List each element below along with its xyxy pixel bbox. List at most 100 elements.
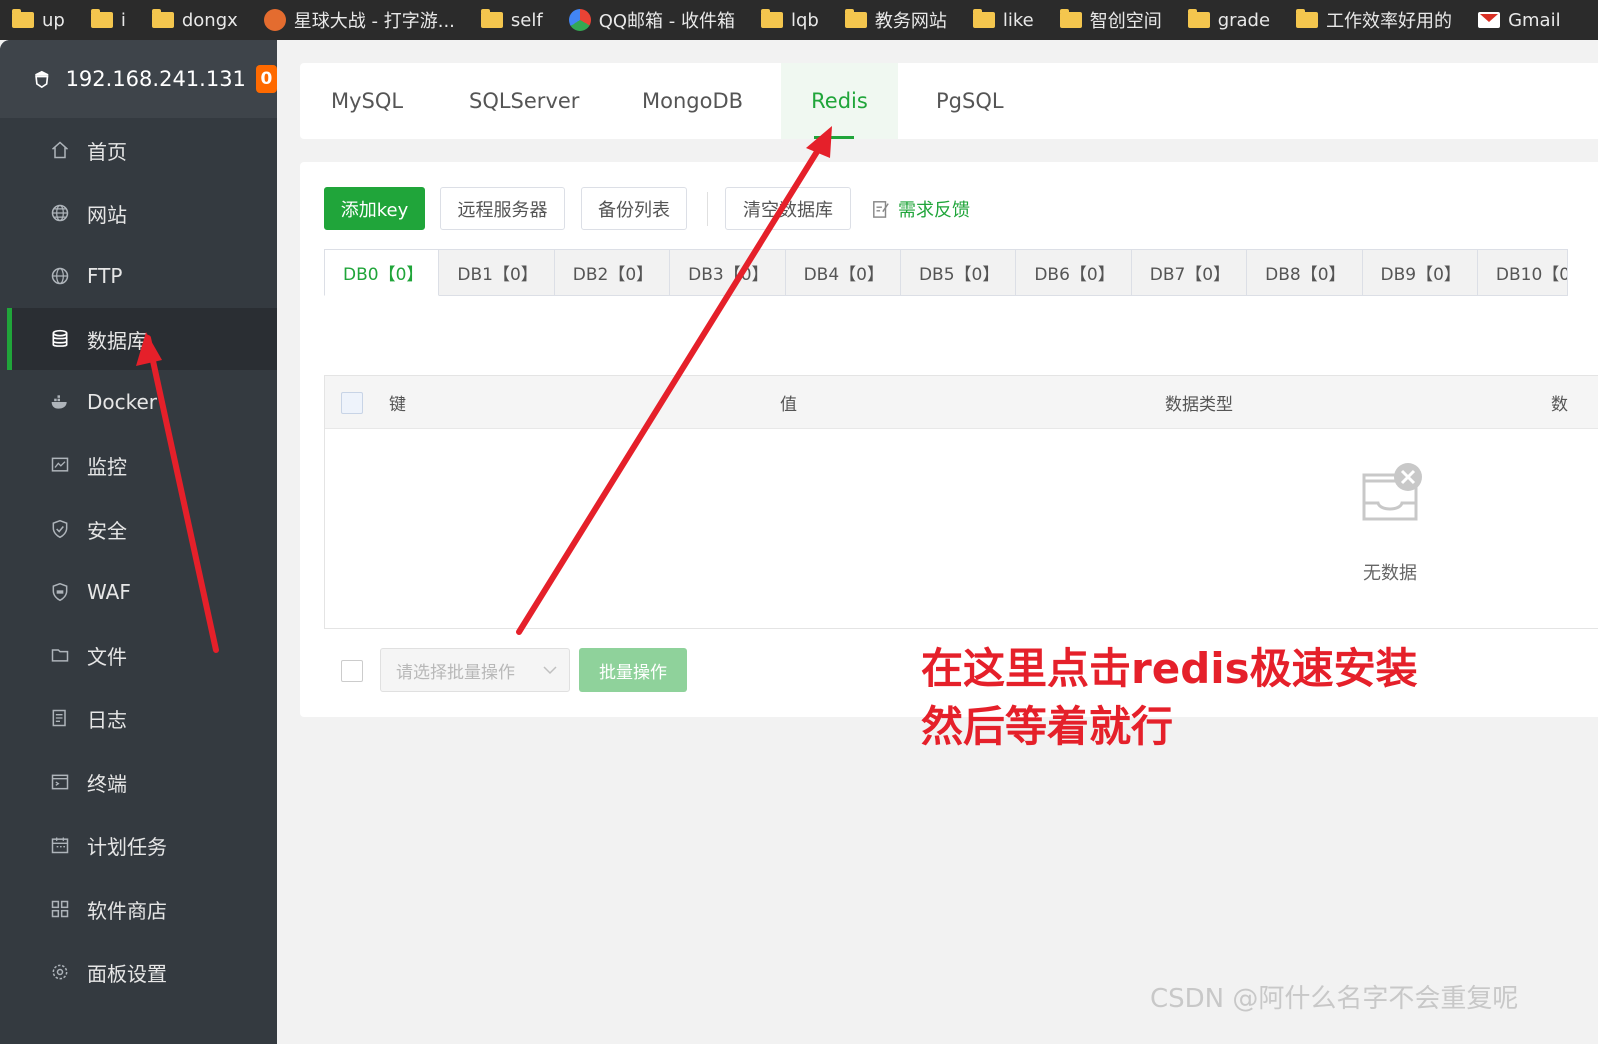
- bookmark-dongx[interactable]: dongx: [151, 0, 238, 40]
- sidebar-item-security[interactable]: 安全: [7, 498, 277, 560]
- db-tab[interactable]: DB9【0】: [1362, 249, 1478, 296]
- column-more[interactable]: 数: [1551, 376, 1568, 429]
- sidebar-item-monitor[interactable]: 监控: [7, 434, 277, 496]
- bookmark-self[interactable]: self: [480, 0, 543, 40]
- db-tab[interactable]: DB6【0】: [1016, 249, 1132, 296]
- sidebar-item-home[interactable]: 首页: [7, 119, 277, 181]
- tab-mongodb[interactable]: MongoDB: [642, 63, 743, 139]
- folder-icon: [844, 9, 867, 28]
- qq-mail-icon: [568, 9, 591, 31]
- edit-note-icon: [873, 200, 889, 218]
- bookmark-jiaowu[interactable]: 教务网站: [844, 0, 947, 40]
- database-icon: [49, 328, 71, 350]
- sidebar-item-database[interactable]: 数据库: [7, 308, 277, 370]
- backup-list-button[interactable]: 备份列表: [581, 187, 687, 230]
- annotation-line-2: 然后等着就行: [921, 702, 1174, 751]
- column-key[interactable]: 键: [389, 376, 406, 429]
- bookmark-grade[interactable]: grade: [1187, 0, 1270, 40]
- server-shield-icon: [35, 70, 49, 89]
- monitor-icon: [49, 454, 71, 476]
- feedback-link[interactable]: 需求反馈: [872, 187, 970, 230]
- empty-state-text: 无数据: [1363, 563, 1417, 584]
- sidebar-item-logs[interactable]: 日志: [7, 687, 277, 749]
- table-header: 键 值 数据类型 数: [325, 376, 1598, 429]
- bookmark-qq-mail[interactable]: QQ邮箱 - 收件箱: [568, 0, 735, 40]
- sidebar-item-store[interactable]: 软件商店: [7, 878, 277, 940]
- sidebar: 192.168.241.131 0 首页 网站 FTP 数据库 Docker 监…: [0, 40, 277, 1044]
- folder-icon: [1296, 9, 1319, 28]
- column-value[interactable]: 值: [780, 376, 797, 429]
- db-tab[interactable]: DB2【0】: [554, 249, 671, 296]
- waf-icon: [49, 581, 71, 603]
- server-header[interactable]: 192.168.241.131 0: [0, 40, 277, 118]
- folder-icon: [151, 9, 174, 28]
- folder-icon: [1187, 9, 1210, 28]
- column-type[interactable]: 数据类型: [1165, 376, 1233, 429]
- server-ip: 192.168.241.131: [65, 67, 246, 91]
- sidebar-item-waf[interactable]: WAF: [7, 561, 277, 623]
- sidebar-item-website[interactable]: 网站: [7, 182, 277, 244]
- sidebar-item-terminal[interactable]: 终端: [7, 751, 277, 813]
- bookmark-gmail[interactable]: Gmail: [1478, 0, 1561, 40]
- shield-icon: [49, 518, 71, 540]
- gmail-icon: [1478, 12, 1501, 28]
- bookmark-tools[interactable]: 工作效率好用的: [1296, 0, 1452, 40]
- db-tab[interactable]: DB3【0】: [670, 249, 786, 296]
- redis-db-tabs: DB0【0】 DB1【0】 DB2【0】 DB3【0】 DB4【0】 DB5【0…: [324, 249, 1568, 296]
- bookmark-up[interactable]: up: [12, 0, 65, 40]
- gear-icon: [49, 961, 71, 983]
- toolbar-divider: [707, 192, 708, 226]
- terminal-icon: [49, 771, 71, 793]
- game-icon: [263, 9, 286, 31]
- batch-operation-select[interactable]: 请选择批量操作: [380, 648, 570, 692]
- tab-mysql[interactable]: MySQL: [331, 63, 403, 139]
- tab-pgsql[interactable]: PgSQL: [936, 63, 1004, 139]
- bookmark-zhichuang[interactable]: 智创空间: [1059, 0, 1162, 40]
- redis-panel: 添加key 远程服务器 备份列表 清空数据库 需求反馈 DB0【0】 DB1【0…: [300, 162, 1598, 717]
- folder-icon: [12, 9, 34, 28]
- folder-icon: [760, 9, 783, 28]
- add-key-button[interactable]: 添加key: [324, 187, 425, 230]
- sidebar-item-ftp[interactable]: FTP: [7, 245, 277, 307]
- docker-icon: [49, 391, 71, 413]
- db-type-tabs: MySQL SQLServer MongoDB Redis PgSQL: [300, 63, 1598, 139]
- chevron-down-icon: [543, 666, 557, 675]
- batch-select-checkbox[interactable]: [341, 660, 363, 682]
- clear-database-button[interactable]: 清空数据库: [725, 187, 851, 230]
- bookmark-like[interactable]: like: [972, 0, 1034, 40]
- log-icon: [49, 707, 71, 729]
- bookmark-game[interactable]: 星球大战 - 打字游...: [263, 0, 455, 40]
- db-tab[interactable]: DB1【0】: [439, 249, 555, 296]
- folder-icon: [480, 9, 503, 28]
- grid-icon: [49, 898, 71, 920]
- batch-operation-button[interactable]: 批量操作: [579, 648, 687, 692]
- sidebar-item-settings[interactable]: 面板设置: [7, 941, 277, 1003]
- annotation-line-1: 在这里点击redis极速安装: [921, 644, 1418, 693]
- home-icon: [49, 139, 71, 161]
- bookmark-i[interactable]: i: [90, 0, 126, 40]
- select-all-checkbox[interactable]: [341, 392, 363, 414]
- keys-table: 键 值 数据类型 数 无数据: [324, 375, 1598, 629]
- remote-server-button[interactable]: 远程服务器: [440, 187, 565, 230]
- folder-icon: [90, 9, 113, 28]
- ftp-globe-icon: [49, 265, 71, 287]
- calendar-icon: [49, 834, 71, 856]
- tab-sqlserver[interactable]: SQLServer: [469, 63, 579, 139]
- db-tab[interactable]: DB4【0】: [785, 249, 901, 296]
- db-tab[interactable]: DB7【0】: [1131, 249, 1248, 296]
- db-tab[interactable]: DB8【0】: [1247, 249, 1363, 296]
- sidebar-item-files[interactable]: 文件: [7, 624, 277, 686]
- empty-state-icon: [1355, 461, 1425, 535]
- folder-icon: [1059, 9, 1082, 28]
- db-tab[interactable]: DB0【0】: [324, 249, 440, 296]
- alert-badge[interactable]: 0: [255, 65, 277, 93]
- db-tab[interactable]: DB5【0】: [900, 249, 1017, 296]
- tab-redis[interactable]: Redis: [781, 63, 898, 139]
- sidebar-item-docker[interactable]: Docker: [7, 371, 277, 433]
- sidebar-item-cron[interactable]: 计划任务: [7, 814, 277, 876]
- bookmark-lqb[interactable]: lqb: [760, 0, 819, 40]
- folder-icon: [972, 9, 995, 28]
- db-tab[interactable]: DB10【0: [1477, 249, 1568, 296]
- annotation-text: 在这里点击redis极速安装 然后等着就行: [921, 640, 1418, 756]
- csdn-watermark: CSDN @阿什么名字不会重复呢: [1150, 984, 1519, 1014]
